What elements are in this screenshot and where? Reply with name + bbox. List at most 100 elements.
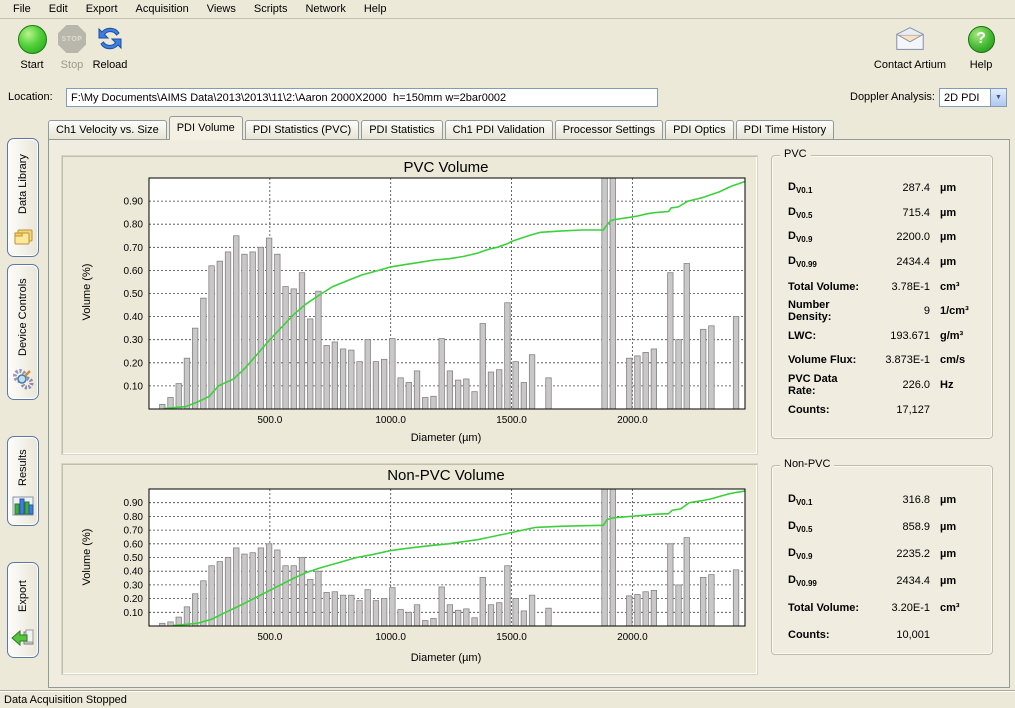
svg-text:0.50: 0.50 <box>124 289 144 300</box>
non-pvc-volume-chart-panel: Non-PVC Volume Volume (%) 0.100.200.300.… <box>61 463 758 675</box>
svg-text:500.0: 500.0 <box>257 415 282 426</box>
stat-value: 2434.4 <box>862 575 930 587</box>
menu-item-views[interactable]: Views <box>198 1 245 17</box>
help-button[interactable]: ? Help <box>955 23 1007 81</box>
stat-row: Total Volume:3.78E-1cm³ <box>778 274 986 299</box>
start-icon <box>16 23 48 55</box>
svg-text:0.70: 0.70 <box>124 526 144 537</box>
svg-text:0.30: 0.30 <box>124 335 144 346</box>
stat-row: PVC Data Rate:226.0Hz <box>778 373 986 398</box>
pvc-stats-rows: DV0.1287.4µmDV0.5715.4µmDV0.92200.0µmDV0… <box>778 176 986 422</box>
menu-item-network[interactable]: Network <box>296 1 354 17</box>
svg-text:0.10: 0.10 <box>124 608 144 619</box>
stat-unit: µm <box>930 256 982 268</box>
stat-label: DV0.5 <box>788 206 862 220</box>
menu-item-edit[interactable]: Edit <box>40 1 77 17</box>
stat-value: 2200.0 <box>862 231 930 243</box>
stat-value: 2434.4 <box>862 256 930 268</box>
svg-text:0.30: 0.30 <box>124 580 144 591</box>
stat-label: DV0.9 <box>788 547 862 561</box>
reload-label: Reload <box>93 59 128 71</box>
stat-unit: µm <box>930 207 982 219</box>
main-area: Data Library Device Controls <box>0 112 1015 690</box>
stat-label-subscript: V0.1 <box>796 498 812 507</box>
stat-unit: Hz <box>930 379 982 391</box>
stat-row: DV0.1316.8µm <box>778 486 986 513</box>
non-pvc-stats-rows: DV0.1316.8µmDV0.5858.9µmDV0.92235.2µmDV0… <box>778 486 986 648</box>
gears-icon <box>12 368 34 393</box>
start-label: Start <box>20 59 43 71</box>
stat-label: Counts: <box>788 404 862 416</box>
stat-row: Volume Flux:3.873E-1cm/s <box>778 348 986 373</box>
tab-ch1-pdi-validation[interactable]: Ch1 PDI Validation <box>445 120 553 140</box>
sidebar-item-device-controls[interactable]: Device Controls <box>7 264 39 400</box>
contact-artium-label: Contact Artium <box>874 59 946 71</box>
stat-row: DV0.92235.2µm <box>778 540 986 567</box>
doppler-analysis-value: 2D PDI <box>940 92 990 104</box>
tab-pdi-optics[interactable]: PDI Optics <box>665 120 734 140</box>
menu-item-file[interactable]: File <box>4 1 40 17</box>
stat-value: 287.4 <box>862 182 930 194</box>
stat-value: 858.9 <box>862 521 930 533</box>
svg-text:0.60: 0.60 <box>124 539 144 550</box>
sidebar-item-results[interactable]: Results <box>7 436 39 526</box>
svg-text:0.20: 0.20 <box>124 594 144 605</box>
stat-label-subscript: V0.9 <box>796 552 812 561</box>
svg-text:0.40: 0.40 <box>124 312 144 323</box>
chevron-down-icon[interactable]: ▼ <box>990 89 1006 106</box>
stat-unit: µm <box>930 548 982 560</box>
stat-unit: cm³ <box>930 602 982 614</box>
sidebar-item-export[interactable]: Export <box>7 562 39 658</box>
reload-button[interactable]: Reload <box>84 23 136 81</box>
menu-item-help[interactable]: Help <box>355 1 396 17</box>
stat-label: DV0.99 <box>788 255 862 269</box>
contact-artium-button[interactable]: Contact Artium <box>867 23 953 81</box>
location-input[interactable] <box>66 88 658 107</box>
stat-unit: 1/cm³ <box>930 305 982 317</box>
stat-unit: µm <box>930 182 982 194</box>
stat-value: 9 <box>862 305 930 317</box>
sidebar-item-data-library[interactable]: Data Library <box>7 138 39 257</box>
stat-label: DV0.5 <box>788 520 862 534</box>
envelope-icon <box>894 23 926 55</box>
location-row: Location: Doppler Analysis: 2D PDI ▼ <box>0 86 1015 110</box>
svg-text:500.0: 500.0 <box>257 632 282 643</box>
pvc-stats-legend: PVC <box>780 148 811 160</box>
doppler-analysis-select[interactable]: 2D PDI ▼ <box>939 88 1007 107</box>
stat-label: LWC: <box>788 330 862 342</box>
pvc-x-axis-label: Diameter (µm) <box>148 432 744 444</box>
status-text: Data Acquisition Stopped <box>4 694 127 706</box>
stat-label-subscript: V0.99 <box>796 260 817 269</box>
stat-label-subscript: V0.5 <box>796 525 812 534</box>
non-pvc-stats-legend: Non-PVC <box>780 458 834 470</box>
stat-label: DV0.1 <box>788 493 862 507</box>
stat-label: DV0.9 <box>788 230 862 244</box>
stat-row: LWC:193.671g/m³ <box>778 324 986 349</box>
tab-ch1-velocity-vs-size[interactable]: Ch1 Velocity vs. Size <box>48 120 167 140</box>
menu-bar: FileEditExportAcquisitionViewsScriptsNet… <box>0 0 1015 19</box>
stat-label: Total Volume: <box>788 281 862 293</box>
stat-row: DV0.92200.0µm <box>778 225 986 250</box>
menu-item-scripts[interactable]: Scripts <box>245 1 297 17</box>
stat-label-subscript: V0.9 <box>796 235 812 244</box>
tab-pdi-statistics-pvc-[interactable]: PDI Statistics (PVC) <box>245 120 359 140</box>
menu-item-acquisition[interactable]: Acquisition <box>127 1 198 17</box>
tab-pdi-statistics[interactable]: PDI Statistics <box>361 120 442 140</box>
stat-label: Counts: <box>788 629 862 641</box>
non-pvc-x-axis-label: Diameter (µm) <box>148 652 744 664</box>
menu-item-export[interactable]: Export <box>77 1 127 17</box>
svg-text:0.20: 0.20 <box>124 358 144 369</box>
stat-value: 193.671 <box>862 330 930 342</box>
tab-pdi-time-history[interactable]: PDI Time History <box>736 120 835 140</box>
tab-pdi-volume[interactable]: PDI Volume <box>169 116 243 140</box>
doppler-analysis-label: Doppler Analysis: <box>850 91 935 103</box>
stat-label: PVC Data Rate: <box>788 373 862 397</box>
stat-unit: µm <box>930 494 982 506</box>
tab-processor-settings[interactable]: Processor Settings <box>555 120 663 140</box>
stat-value: 10,001 <box>862 629 930 641</box>
stat-label: Number Density: <box>788 299 862 323</box>
stat-row: DV0.992434.4µm <box>778 567 986 594</box>
svg-text:0.70: 0.70 <box>124 243 144 254</box>
status-bar: Data Acquisition Stopped <box>0 690 1015 708</box>
stat-value: 2235.2 <box>862 548 930 560</box>
